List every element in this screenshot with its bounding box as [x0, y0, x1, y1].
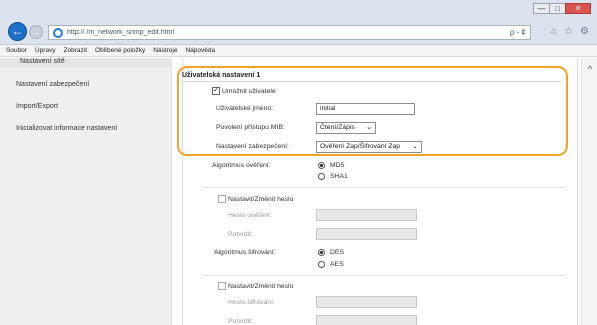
enable-user-checkbox[interactable]: ✓ — [212, 87, 220, 95]
encryption-aes-radio[interactable] — [318, 261, 325, 268]
encryption-password-label: Heslo šifrování: — [228, 299, 275, 306]
encryption-aes-label: AES — [330, 261, 344, 268]
menu-view[interactable]: Zobrazit — [64, 47, 87, 54]
auth-password-input[interactable] — [316, 209, 417, 221]
favorites-star-icon[interactable]: ☆ — [564, 26, 573, 37]
auth-confirm-input[interactable] — [316, 228, 417, 240]
menu-help[interactable]: Nápověda — [186, 47, 216, 54]
auth-sha1-label: SHA1 — [330, 173, 348, 180]
arrow-right-icon: → — [31, 27, 41, 37]
username-label: Uživatelské jméno: — [216, 105, 274, 112]
address-tools[interactable]: ρ - ¢ — [510, 28, 526, 37]
minimize-button[interactable]: — — [533, 3, 550, 14]
home-icon[interactable]: ⌂ — [551, 26, 557, 37]
mib-access-value: Čtení/Zápis — [320, 124, 355, 131]
sidebar-item-security-settings[interactable]: Nastavení zabezpečení — [16, 81, 89, 88]
sidebar-item-network-settings[interactable]: Nastavení sítě — [20, 58, 65, 65]
menu-file[interactable]: Soubor — [6, 47, 27, 54]
auth-set-password-label: Nastavit/Změnit heslo — [228, 196, 294, 203]
encryption-des-radio[interactable] — [318, 249, 325, 256]
menu-favorites[interactable]: Oblíbené položky — [95, 47, 145, 54]
section-divider — [182, 81, 562, 82]
back-button[interactable]: ← — [8, 22, 27, 41]
window-controls: — □ ✕ — [533, 3, 591, 14]
encryption-set-password-label: Nastavit/Změnit heslo — [228, 283, 294, 290]
auth-password-label: Heslo ověření: — [228, 212, 272, 219]
enable-user-label: Umožnit uživatele — [222, 88, 276, 95]
address-url: http:// /m_network_snmp_edit.html — [67, 29, 174, 36]
auth-md5-radio[interactable] — [318, 162, 325, 169]
mib-access-label: Povolení přístupu MIB: — [216, 124, 285, 131]
toolbar-icons: ⌂ ☆ ⚙ — [551, 26, 589, 37]
maximize-button[interactable]: □ — [549, 3, 566, 14]
security-settings-label: Nastavení zabezpečení: — [216, 143, 289, 150]
menu-bar: Soubor Úpravy Zobrazit Oblíbené položky … — [0, 45, 597, 57]
auth-algorithm-label: Algoritmus ověření: — [212, 162, 271, 169]
encryption-des-label: DES — [330, 249, 344, 256]
encryption-password-input[interactable] — [316, 296, 417, 308]
vertical-scrollbar[interactable]: ^ — [581, 58, 597, 325]
username-input[interactable]: initial — [316, 103, 415, 115]
security-settings-select[interactable]: Ověření Zap/Šifrování Zap ⌄ — [316, 141, 422, 153]
security-settings-value: Ověření Zap/Šifrování Zap — [320, 143, 401, 150]
menu-edit[interactable]: Úpravy — [35, 47, 56, 54]
close-button[interactable]: ✕ — [565, 3, 591, 14]
arrow-left-icon: ← — [11, 24, 24, 38]
encryption-algorithm-label: Algoritmus šifrování: — [214, 249, 276, 256]
chevron-up-icon[interactable]: ^ — [582, 64, 597, 74]
mib-access-select[interactable]: Čtení/Zápis ⌄ — [316, 122, 376, 134]
encryption-confirm-label: Potvrdit: — [228, 318, 253, 325]
section-divider — [202, 187, 566, 188]
forward-button[interactable]: → — [29, 25, 43, 39]
sidebar — [0, 58, 172, 325]
gear-icon[interactable]: ⚙ — [580, 26, 589, 37]
chevron-down-icon: ⌄ — [412, 143, 418, 150]
auth-set-password-checkbox[interactable] — [218, 195, 226, 203]
auth-confirm-label: Potvrdit: — [228, 231, 253, 238]
browser-chrome: — □ ✕ ← → http:// /m_network_snmp_edit.h… — [0, 0, 597, 45]
encryption-set-password-checkbox[interactable] — [218, 282, 226, 290]
ie-logo-icon — [53, 27, 63, 38]
section-title: Uživatelská nastavení 1 — [182, 72, 261, 79]
address-bar[interactable]: http:// /m_network_snmp_edit.html ρ - ¢ — [48, 25, 531, 40]
sidebar-item-import-export[interactable]: Import/Export — [16, 103, 58, 110]
section-divider — [202, 275, 566, 276]
encryption-confirm-input[interactable] — [316, 315, 417, 325]
chevron-down-icon: ⌄ — [366, 124, 372, 131]
sidebar-item-initialize[interactable]: Inicializovat informace nastavení — [16, 125, 117, 132]
auth-sha1-radio[interactable] — [318, 173, 325, 180]
auth-md5-label: MD5 — [330, 162, 345, 169]
menu-tools[interactable]: Nástroje — [153, 47, 177, 54]
